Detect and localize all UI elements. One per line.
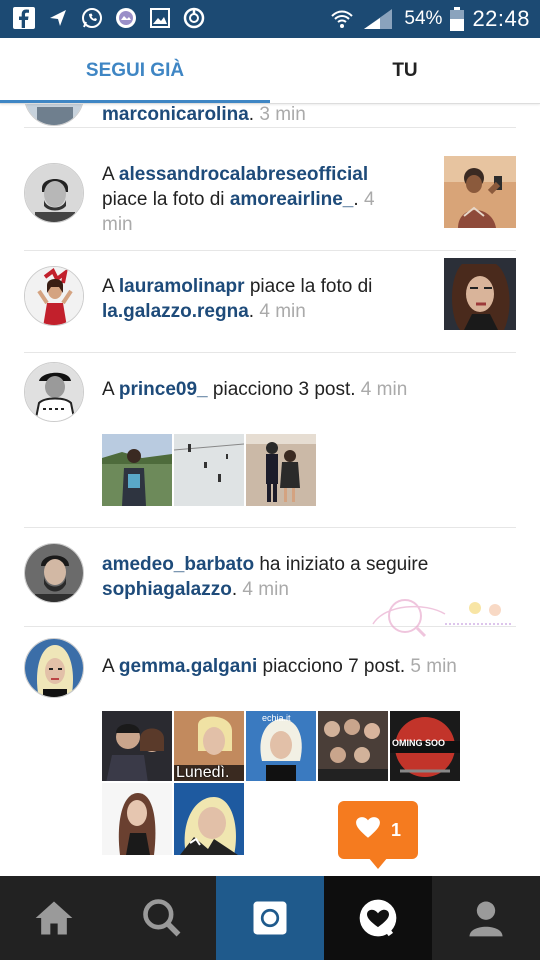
username-link[interactable]: la.galazzo.regna <box>102 301 249 322</box>
home-icon <box>35 901 73 935</box>
username-link[interactable]: gemma.galgani <box>119 656 257 677</box>
wifi-icon <box>330 7 354 31</box>
post-thumbnail[interactable] <box>102 434 172 506</box>
activity-tabs: SEGUI GIÀ TU <box>0 38 540 104</box>
username-link[interactable]: prince09_ <box>119 379 208 400</box>
nav-home[interactable] <box>0 876 108 960</box>
activity-icon <box>359 899 397 937</box>
battery-percent: 54% <box>404 8 443 29</box>
nav-profile[interactable] <box>432 876 540 960</box>
divider <box>24 127 516 128</box>
tab-following[interactable]: SEGUI GIÀ <box>0 38 270 104</box>
gallery-icon <box>148 6 172 30</box>
divider <box>24 250 516 251</box>
timestamp-unit: min <box>102 214 133 235</box>
avatar[interactable] <box>24 266 84 326</box>
avatar[interactable] <box>24 163 84 223</box>
notification-tail <box>368 857 388 869</box>
signal-icon <box>362 7 396 31</box>
username-link[interactable]: marconicarolina <box>102 104 249 125</box>
heart-icon <box>355 815 381 846</box>
divider <box>24 527 516 528</box>
search-icon <box>143 899 181 937</box>
tab-indicator <box>0 100 270 103</box>
image-icon <box>114 6 138 30</box>
username-link[interactable]: alessandrocalabreseofficial <box>119 164 368 185</box>
post-thumbnail[interactable] <box>102 783 172 855</box>
power-icon <box>182 6 206 30</box>
divider <box>24 352 516 353</box>
thumbnail-caption: OMING SOO <box>392 738 446 748</box>
username-link[interactable]: sophiagalazzo <box>102 579 232 600</box>
username-link[interactable]: lauramolinapr <box>119 276 245 297</box>
avatar[interactable] <box>24 362 84 422</box>
post-thumbnail[interactable] <box>444 258 516 330</box>
bottom-navigation <box>0 876 540 960</box>
profile-icon <box>469 901 503 937</box>
timestamp: 3 min <box>259 104 306 125</box>
battery-icon <box>450 7 465 31</box>
post-thumbnail[interactable] <box>102 711 172 781</box>
timestamp: 4 min <box>259 301 306 322</box>
username-link[interactable]: amedeo_barbato <box>102 554 254 575</box>
send-icon <box>46 6 70 30</box>
post-thumbnail[interactable] <box>174 434 244 506</box>
watermark-logo <box>372 599 511 638</box>
avatar[interactable] <box>24 104 84 126</box>
timestamp: 4 <box>363 189 375 210</box>
post-thumbnail[interactable] <box>318 711 388 781</box>
timestamp: 4 min <box>360 379 408 400</box>
avatar[interactable] <box>24 543 84 603</box>
activity-feed[interactable]: marconicarolina. 3 min A alessandrocalab… <box>0 104 540 876</box>
avatar[interactable] <box>24 638 84 698</box>
post-thumbnail[interactable] <box>246 434 316 506</box>
username-link[interactable]: amoreairline_ <box>230 189 354 210</box>
camera-icon <box>253 901 287 935</box>
nav-camera[interactable] <box>216 876 324 960</box>
whatsapp-icon <box>80 6 104 30</box>
status-bar: 54% 22:48 <box>0 0 540 38</box>
thumbnail-caption: echia.it <box>262 713 291 723</box>
timestamp: 5 min <box>410 656 457 677</box>
clock: 22:48 <box>472 6 530 31</box>
nav-search[interactable] <box>108 876 216 960</box>
notification-count: 1 <box>390 819 401 840</box>
tab-you[interactable]: TU <box>270 38 540 104</box>
post-thumbnail[interactable] <box>174 783 244 855</box>
nav-activity[interactable] <box>324 876 432 960</box>
facebook-icon <box>12 6 36 30</box>
post-thumbnail[interactable] <box>444 156 516 228</box>
timestamp: 4 min <box>242 579 289 600</box>
like-notification-badge[interactable]: 1 <box>338 801 418 859</box>
thumbnail-caption: Lunedì. <box>176 764 230 781</box>
